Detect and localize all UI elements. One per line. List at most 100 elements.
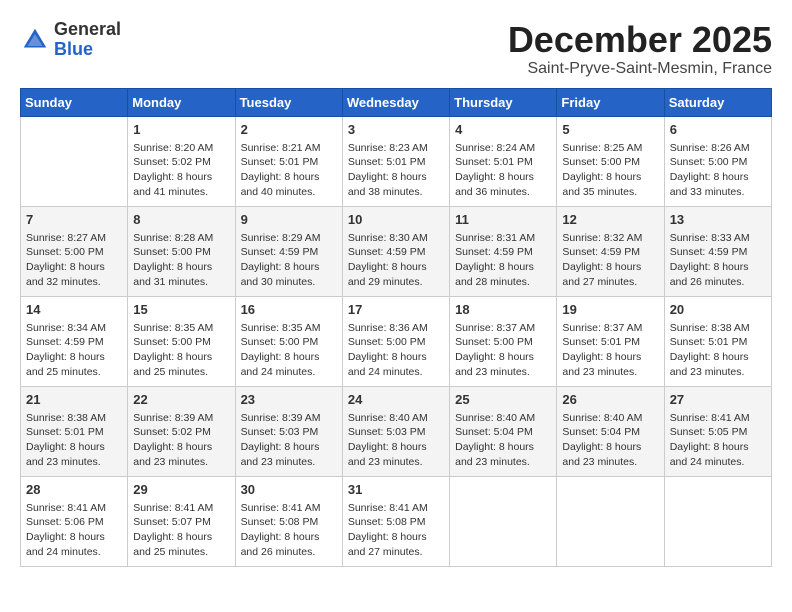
day-info: Sunrise: 8:28 AM Sunset: 5:00 PM Dayligh…	[133, 231, 229, 290]
weekday-header-saturday: Saturday	[664, 88, 771, 116]
weekday-header-row: SundayMondayTuesdayWednesdayThursdayFrid…	[21, 88, 772, 116]
calendar-cell: 1 Sunrise: 8:20 AM Sunset: 5:02 PM Daylig…	[128, 116, 235, 206]
calendar-cell: 15Sunrise: 8:35 AM Sunset: 5:00 PM Dayli…	[128, 296, 235, 386]
day-number: 25	[455, 391, 551, 409]
calendar-cell: 21 Sunrise: 8:38 AM Sunset: 5:01 PM Dayli…	[21, 386, 128, 476]
day-number: 7	[26, 211, 122, 229]
day-number: 8	[133, 211, 229, 229]
day-info: Sunrise: 8:37 AM Sunset: 5:00 PM Dayligh…	[455, 321, 551, 380]
calendar-week-row: 28Sunrise: 8:41 AM Sunset: 5:06 PM Dayli…	[21, 476, 772, 566]
day-number: 3	[348, 121, 444, 139]
header: General Blue December 2025 Saint-Pryve-S…	[20, 20, 772, 78]
day-number: 9	[241, 211, 337, 229]
day-info: Sunrise: 8:32 AM Sunset: 4:59 PM Dayligh…	[562, 231, 658, 290]
calendar-cell: 23 Sunrise: 8:39 AM Sunset: 5:03 PM Dayli…	[235, 386, 342, 476]
weekday-header-friday: Friday	[557, 88, 664, 116]
day-info: Sunrise: 8:20 AM Sunset: 5:02 PM Dayligh…	[133, 141, 229, 200]
day-number: 1	[133, 121, 229, 139]
day-info: Sunrise: 8:26 AM Sunset: 5:00 PM Dayligh…	[670, 141, 766, 200]
weekday-header-tuesday: Tuesday	[235, 88, 342, 116]
calendar-cell: 3 Sunrise: 8:23 AM Sunset: 5:01 PM Daylig…	[342, 116, 449, 206]
calendar-cell	[664, 476, 771, 566]
calendar-cell	[450, 476, 557, 566]
calendar-cell: 12 Sunrise: 8:32 AM Sunset: 4:59 PM Dayli…	[557, 206, 664, 296]
day-number: 4	[455, 121, 551, 139]
day-info: Sunrise: 8:29 AM Sunset: 4:59 PM Dayligh…	[241, 231, 337, 290]
day-info: Sunrise: 8:41 AM Sunset: 5:07 PM Dayligh…	[133, 501, 229, 560]
weekday-header-thursday: Thursday	[450, 88, 557, 116]
day-info: Sunrise: 8:25 AM Sunset: 5:00 PM Dayligh…	[562, 141, 658, 200]
calendar-cell: 22Sunrise: 8:39 AM Sunset: 5:02 PM Dayli…	[128, 386, 235, 476]
calendar-cell: 14Sunrise: 8:34 AM Sunset: 4:59 PM Dayli…	[21, 296, 128, 386]
logo-icon	[20, 25, 50, 55]
calendar-cell: 25 Sunrise: 8:40 AM Sunset: 5:04 PM Dayli…	[450, 386, 557, 476]
day-info: Sunrise: 8:27 AM Sunset: 5:00 PM Dayligh…	[26, 231, 122, 290]
calendar-cell: 31 Sunrise: 8:41 AM Sunset: 5:08 PM Dayli…	[342, 476, 449, 566]
day-number: 11	[455, 211, 551, 229]
calendar-cell: 26Sunrise: 8:40 AM Sunset: 5:04 PM Dayli…	[557, 386, 664, 476]
day-info: Sunrise: 8:38 AM Sunset: 5:01 PM Dayligh…	[670, 321, 766, 380]
calendar-cell: 5 Sunrise: 8:25 AM Sunset: 5:00 PM Daylig…	[557, 116, 664, 206]
calendar-week-row: 14Sunrise: 8:34 AM Sunset: 4:59 PM Dayli…	[21, 296, 772, 386]
calendar-cell: 7 Sunrise: 8:27 AM Sunset: 5:00 PM Daylig…	[21, 206, 128, 296]
calendar-cell: 10 Sunrise: 8:30 AM Sunset: 4:59 PM Dayli…	[342, 206, 449, 296]
day-info: Sunrise: 8:36 AM Sunset: 5:00 PM Dayligh…	[348, 321, 444, 380]
calendar-cell: 24Sunrise: 8:40 AM Sunset: 5:03 PM Dayli…	[342, 386, 449, 476]
weekday-header-monday: Monday	[128, 88, 235, 116]
calendar-cell: 20 Sunrise: 8:38 AM Sunset: 5:01 PM Dayli…	[664, 296, 771, 386]
day-number: 24	[348, 391, 444, 409]
calendar-cell: 13Sunrise: 8:33 AM Sunset: 4:59 PM Dayli…	[664, 206, 771, 296]
day-info: Sunrise: 8:40 AM Sunset: 5:04 PM Dayligh…	[455, 411, 551, 470]
day-number: 6	[670, 121, 766, 139]
day-number: 30	[241, 481, 337, 499]
day-number: 13	[670, 211, 766, 229]
day-number: 26	[562, 391, 658, 409]
day-info: Sunrise: 8:38 AM Sunset: 5:01 PM Dayligh…	[26, 411, 122, 470]
day-info: Sunrise: 8:24 AM Sunset: 5:01 PM Dayligh…	[455, 141, 551, 200]
calendar-table: SundayMondayTuesdayWednesdayThursdayFrid…	[20, 88, 772, 567]
calendar-cell: 28Sunrise: 8:41 AM Sunset: 5:06 PM Dayli…	[21, 476, 128, 566]
day-number: 29	[133, 481, 229, 499]
calendar-cell: 9 Sunrise: 8:29 AM Sunset: 4:59 PM Daylig…	[235, 206, 342, 296]
calendar-cell: 18Sunrise: 8:37 AM Sunset: 5:00 PM Dayli…	[450, 296, 557, 386]
day-info: Sunrise: 8:31 AM Sunset: 4:59 PM Dayligh…	[455, 231, 551, 290]
logo-blue: Blue	[54, 39, 93, 59]
day-info: Sunrise: 8:30 AM Sunset: 4:59 PM Dayligh…	[348, 231, 444, 290]
day-info: Sunrise: 8:41 AM Sunset: 5:05 PM Dayligh…	[670, 411, 766, 470]
logo-text: General Blue	[54, 20, 121, 60]
day-number: 19	[562, 301, 658, 319]
day-info: Sunrise: 8:37 AM Sunset: 5:01 PM Dayligh…	[562, 321, 658, 380]
calendar-cell: 17Sunrise: 8:36 AM Sunset: 5:00 PM Dayli…	[342, 296, 449, 386]
day-info: Sunrise: 8:34 AM Sunset: 4:59 PM Dayligh…	[26, 321, 122, 380]
day-number: 12	[562, 211, 658, 229]
calendar-cell: 19 Sunrise: 8:37 AM Sunset: 5:01 PM Dayli…	[557, 296, 664, 386]
day-number: 22	[133, 391, 229, 409]
day-number: 21	[26, 391, 122, 409]
day-number: 20	[670, 301, 766, 319]
day-info: Sunrise: 8:23 AM Sunset: 5:01 PM Dayligh…	[348, 141, 444, 200]
calendar-week-row: 1 Sunrise: 8:20 AM Sunset: 5:02 PM Daylig…	[21, 116, 772, 206]
calendar-cell: 2Sunrise: 8:21 AM Sunset: 5:01 PM Daylig…	[235, 116, 342, 206]
day-info: Sunrise: 8:41 AM Sunset: 5:08 PM Dayligh…	[348, 501, 444, 560]
location-subtitle: Saint-Pryve-Saint-Mesmin, France	[508, 60, 772, 78]
day-number: 2	[241, 121, 337, 139]
day-number: 16	[241, 301, 337, 319]
day-number: 10	[348, 211, 444, 229]
weekday-header-sunday: Sunday	[21, 88, 128, 116]
day-number: 31	[348, 481, 444, 499]
day-number: 15	[133, 301, 229, 319]
day-info: Sunrise: 8:35 AM Sunset: 5:00 PM Dayligh…	[241, 321, 337, 380]
calendar-cell	[21, 116, 128, 206]
calendar-cell: 6 Sunrise: 8:26 AM Sunset: 5:00 PM Daylig…	[664, 116, 771, 206]
day-number: 27	[670, 391, 766, 409]
day-number: 28	[26, 481, 122, 499]
calendar-cell: 16 Sunrise: 8:35 AM Sunset: 5:00 PM Dayli…	[235, 296, 342, 386]
day-number: 23	[241, 391, 337, 409]
day-number: 5	[562, 121, 658, 139]
day-info: Sunrise: 8:41 AM Sunset: 5:08 PM Dayligh…	[241, 501, 337, 560]
day-info: Sunrise: 8:39 AM Sunset: 5:03 PM Dayligh…	[241, 411, 337, 470]
calendar-cell: 27 Sunrise: 8:41 AM Sunset: 5:05 PM Dayli…	[664, 386, 771, 476]
calendar-cell: 11 Sunrise: 8:31 AM Sunset: 4:59 PM Dayli…	[450, 206, 557, 296]
calendar-cell	[557, 476, 664, 566]
logo: General Blue	[20, 20, 121, 60]
